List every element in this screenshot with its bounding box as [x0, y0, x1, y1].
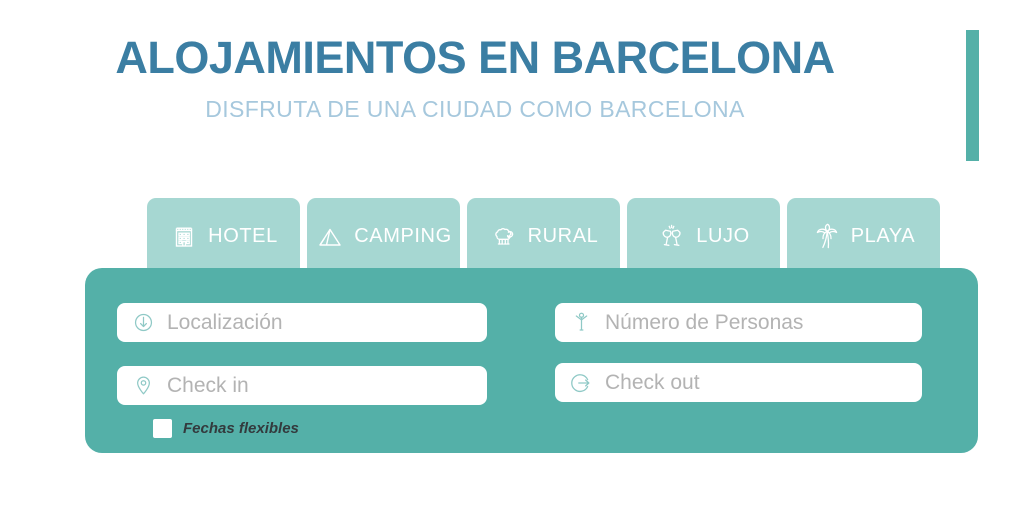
page-subtitle: DISFRUTA DE UNA CIUDAD COMO BARCELONA — [205, 96, 745, 122]
tab-label: CAMPING — [354, 225, 452, 247]
tab-label: PLAYA — [850, 225, 916, 247]
localizacion-field[interactable]: Localización — [117, 303, 487, 342]
page-title: ALOJAMIENTOS EN BARCELONA — [115, 32, 835, 83]
personas-field[interactable]: Número de Personas — [555, 303, 922, 342]
person-icon — [569, 311, 593, 335]
checkout-placeholder: Check out — [605, 370, 700, 394]
sheep-icon — [489, 222, 519, 252]
building-icon — [169, 222, 199, 252]
tab-label: RURAL — [527, 225, 599, 247]
page-root: ALOJAMIENTOS EN BARCELONA DISFRUTA DE UN… — [0, 0, 1024, 505]
champagne-glasses-icon — [657, 222, 687, 252]
checkin-placeholder: Check in — [167, 373, 249, 397]
personas-placeholder: Número de Personas — [605, 310, 804, 334]
checkin-field[interactable]: Check in — [117, 366, 487, 405]
palm-tree-icon — [812, 222, 842, 252]
map-pin-icon — [131, 374, 155, 398]
tab-label: LUJO — [696, 225, 750, 247]
tent-icon — [315, 222, 345, 252]
flexible-dates-checkbox[interactable] — [153, 419, 172, 438]
flexible-dates-label: Fechas flexibles — [183, 420, 299, 437]
search-panel: Localización Check in Número de Personas… — [85, 268, 978, 453]
arrow-out-circle-icon — [569, 371, 593, 395]
arrow-down-circle-icon — [131, 311, 155, 335]
tab-label: HOTEL — [208, 225, 278, 247]
flexible-dates-toggle[interactable]: Fechas flexibles — [153, 419, 299, 438]
accent-bar — [966, 30, 979, 161]
checkout-field[interactable]: Check out — [555, 363, 922, 402]
localizacion-placeholder: Localización — [167, 310, 283, 334]
